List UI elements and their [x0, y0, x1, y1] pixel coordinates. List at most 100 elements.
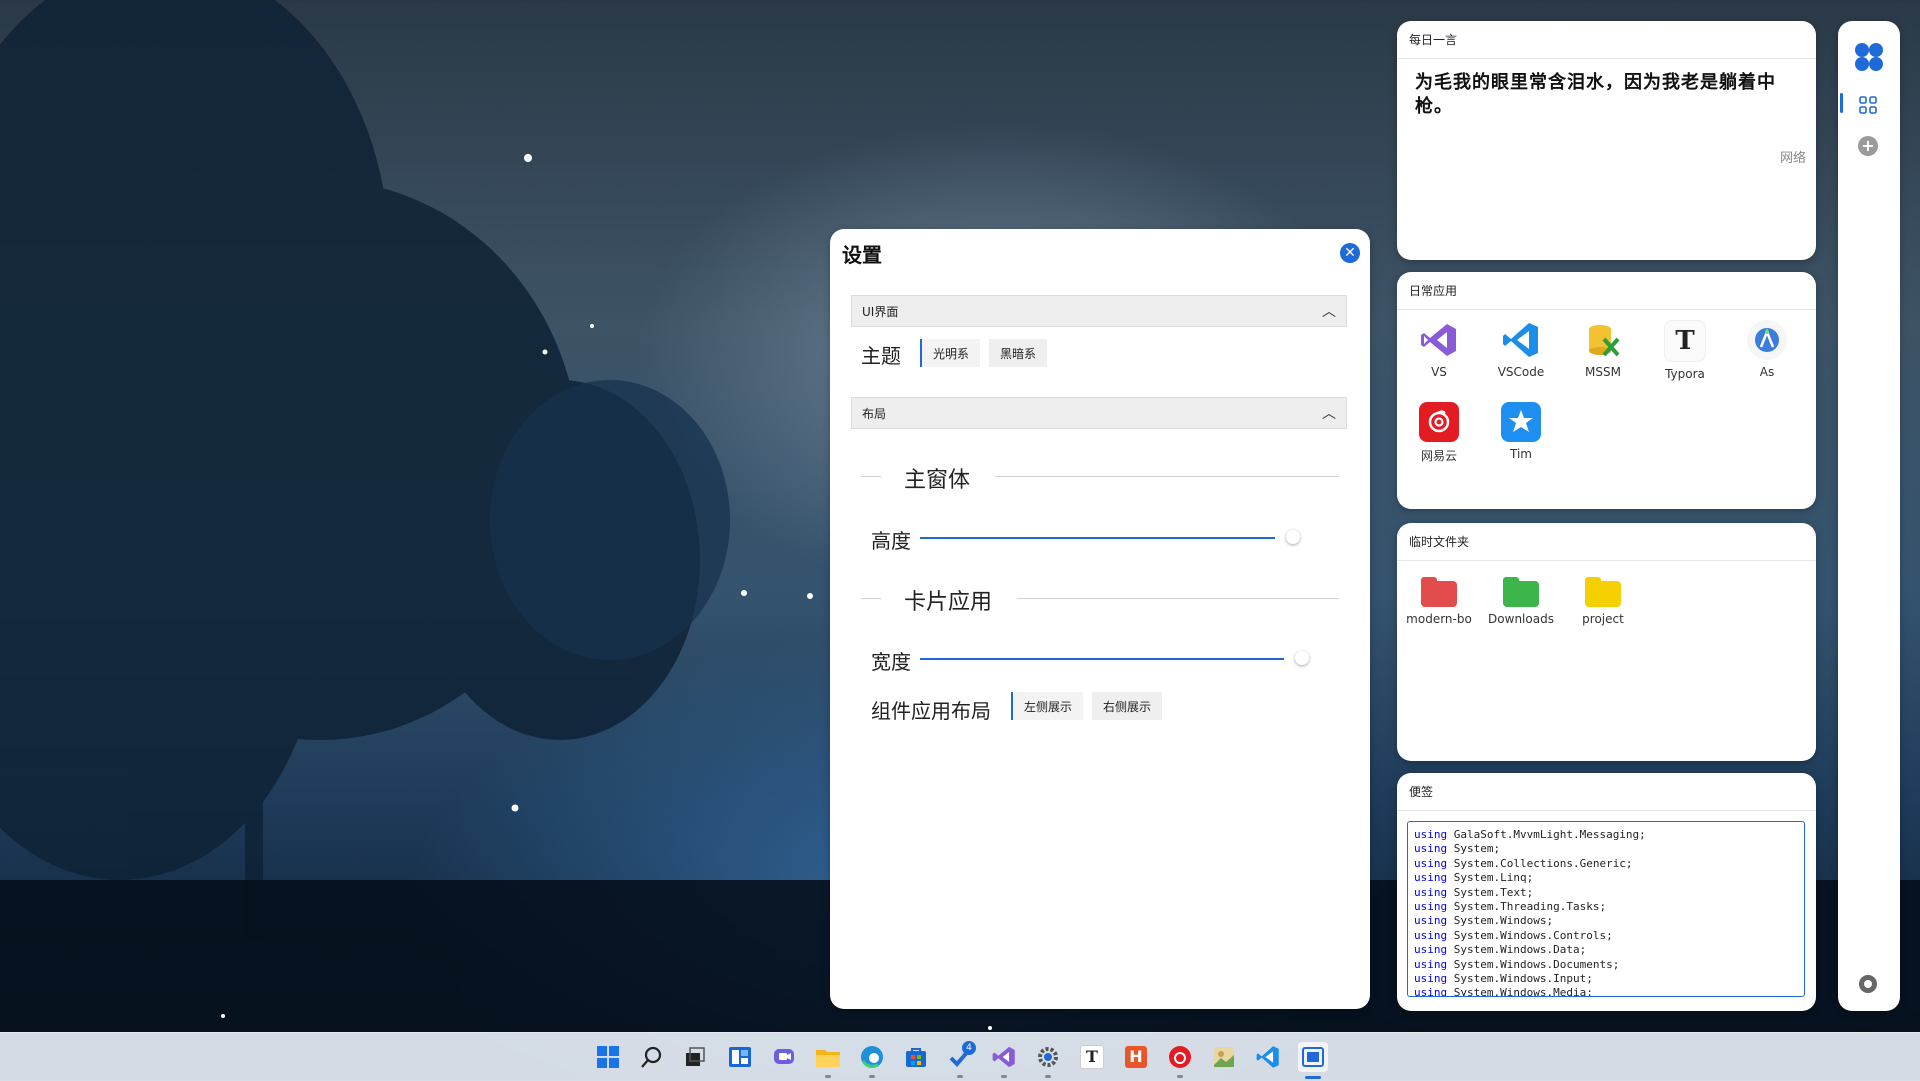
layout-left-button[interactable]: 左侧展示	[1011, 692, 1084, 720]
component-layout-label: 组件应用布局	[871, 699, 991, 723]
daily-apps-card: 日常应用 VS VSCode MSSM T Typora As 网易云 Tim	[1397, 272, 1816, 509]
vscode-icon[interactable]	[1254, 1043, 1282, 1071]
app-label: As	[1759, 365, 1775, 379]
store-icon[interactable]	[902, 1043, 930, 1071]
folder-modern-bo[interactable]: modern-bo	[1399, 577, 1479, 626]
settings-circle-icon[interactable]	[1859, 975, 1877, 993]
visual-studio-icon	[1419, 320, 1459, 360]
daily-apps-header: 日常应用	[1397, 272, 1816, 310]
code-line: using System.Windows.Documents;	[1414, 957, 1620, 971]
add-icon[interactable]: +	[1858, 136, 1878, 156]
file-explorer-icon[interactable]	[814, 1043, 842, 1071]
height-slider-thumb[interactable]	[1286, 530, 1300, 544]
height-label: 高度	[871, 529, 911, 553]
notes-card: 便签 using GalaSoft.MvvmLight.Messaging; u…	[1397, 773, 1816, 1011]
chevron-up-icon: ︿	[1322, 304, 1336, 320]
quote-source: 网络	[1779, 151, 1806, 166]
folder-icon	[1421, 577, 1457, 607]
code-line: using System.Windows;	[1414, 914, 1554, 928]
divider	[1017, 598, 1339, 599]
active-app-indicator	[1305, 1076, 1321, 1079]
hbuilder-icon[interactable]: H	[1122, 1043, 1150, 1071]
code-line: using System.Windows.Input;	[1414, 972, 1593, 986]
height-slider-track	[920, 537, 1275, 539]
running-indicator	[957, 1075, 963, 1078]
app-tim[interactable]: Tim	[1486, 402, 1556, 461]
quote-text: 为毛我的眼里常含泪水，因为我老是躺着中枪。	[1415, 72, 1776, 117]
daily-quote-header: 每日一言	[1397, 21, 1816, 59]
divider	[861, 476, 881, 477]
app-mssm[interactable]: MSSM	[1568, 320, 1638, 379]
ui-section-header[interactable]: UI界面 ︿	[851, 295, 1347, 327]
app-label: Tim	[1510, 447, 1532, 461]
visual-studio-icon[interactable]	[990, 1043, 1018, 1071]
notes-textarea[interactable]: using GalaSoft.MvvmLight.Messaging; usin…	[1407, 821, 1805, 997]
theme-light-button[interactable]: 光明系	[920, 339, 981, 367]
search-icon[interactable]	[638, 1043, 666, 1071]
edge-icon[interactable]	[858, 1043, 886, 1071]
app-label: VSCode	[1497, 365, 1545, 379]
temp-folder-card: 临时文件夹 modern-bo Downloads project	[1397, 523, 1816, 761]
code-line: using System.Text;	[1414, 885, 1534, 899]
width-slider-thumb[interactable]	[1295, 651, 1309, 665]
folder-label: modern-bo	[1406, 612, 1472, 626]
folder-icon	[1585, 577, 1621, 607]
code-line: using System.Windows.Controls;	[1414, 928, 1613, 942]
photo-app-icon[interactable]	[1210, 1043, 1238, 1071]
temp-folder-header: 临时文件夹	[1397, 523, 1816, 561]
app-android-studio[interactable]: As	[1732, 320, 1802, 379]
running-indicator	[1001, 1075, 1007, 1078]
notes-header: 便签	[1397, 773, 1816, 811]
folder-label: project	[1582, 612, 1624, 626]
settings-window: 设置 ✕ UI界面 ︿ 主题 光明系 黑暗系 布局 ︿ 主窗体 高度 卡片应用 …	[830, 229, 1370, 1009]
width-label: 宽度	[871, 650, 911, 674]
width-slider-track	[920, 658, 1284, 660]
divider	[861, 598, 881, 599]
code-line: using GalaSoft.MvvmLight.Messaging;	[1414, 828, 1646, 841]
close-button[interactable]: ✕	[1340, 243, 1360, 263]
layout-section-label: 布局	[862, 406, 887, 421]
daily-quote-card: 每日一言 为毛我的眼里常含泪水，因为我老是躺着中枪。 网络	[1397, 21, 1816, 260]
clover-logo-icon[interactable]	[1853, 41, 1885, 77]
app-label: VS	[1431, 365, 1447, 379]
widgets-icon[interactable]	[726, 1043, 754, 1071]
vscode-icon	[1501, 320, 1541, 360]
app-vs[interactable]: VS	[1404, 320, 1474, 379]
chevron-up-icon: ︿	[1322, 406, 1336, 422]
layout-section-header[interactable]: 布局 ︿	[851, 397, 1347, 429]
app-label: MSSM	[1585, 365, 1621, 379]
code-line: using System.Threading.Tasks;	[1414, 900, 1607, 914]
folder-label: Downloads	[1488, 612, 1554, 626]
theme-dark-button[interactable]: 黑暗系	[989, 339, 1048, 367]
android-studio-icon	[1747, 320, 1787, 360]
settings-title: 设置	[842, 243, 882, 267]
netease-music-icon[interactable]	[1166, 1043, 1194, 1071]
typora-icon[interactable]: T	[1078, 1043, 1106, 1071]
grid-view-icon[interactable]	[1859, 96, 1877, 118]
active-app-icon[interactable]	[1298, 1042, 1328, 1072]
main-window-group-title: 主窗体	[904, 468, 971, 493]
notification-badge: 4	[962, 1041, 976, 1055]
code-line: using System;	[1414, 842, 1501, 856]
code-line: using System.Collections.Generic;	[1414, 856, 1633, 870]
start-icon[interactable]	[594, 1043, 622, 1071]
running-indicator	[869, 1075, 875, 1078]
running-indicator	[825, 1075, 831, 1078]
app-vscode[interactable]: VSCode	[1486, 320, 1556, 379]
mssm-icon	[1583, 320, 1623, 360]
right-sidebar: +	[1838, 21, 1900, 1011]
teams-chat-icon[interactable]	[770, 1043, 798, 1071]
layout-right-button[interactable]: 右侧展示	[1092, 692, 1163, 720]
code-line: using System.Linq;	[1414, 871, 1534, 885]
taskbar: 4 T H	[0, 1032, 1920, 1081]
folder-downloads[interactable]: Downloads	[1481, 577, 1561, 626]
card-app-group-title: 卡片应用	[904, 590, 993, 615]
sidebar-active-indicator	[1840, 93, 1843, 113]
app-netease-music[interactable]: 网易云	[1404, 402, 1474, 464]
code-line: using System.Windows.Media;	[1414, 986, 1593, 997]
settings-icon[interactable]	[1034, 1043, 1062, 1071]
app-typora[interactable]: T Typora	[1650, 320, 1720, 381]
folder-project[interactable]: project	[1563, 577, 1643, 626]
task-view-icon[interactable]	[681, 1043, 709, 1071]
app-label: 网易云	[1420, 449, 1457, 463]
